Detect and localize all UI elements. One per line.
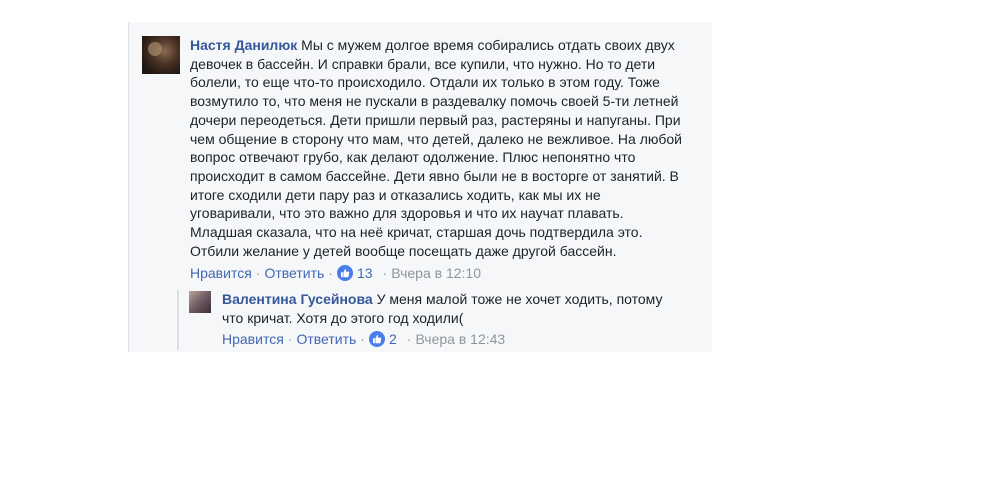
separator-dot: · bbox=[360, 331, 365, 347]
comment-text-line: Мы с мужем долгое время собирались отдат… bbox=[301, 37, 675, 53]
thumbs-up-icon[interactable] bbox=[368, 331, 385, 347]
thumbs-up-icon[interactable] bbox=[336, 265, 353, 281]
reply-actions: Нравится · Ответить · 2 · Вчера в 12:43 bbox=[222, 331, 505, 347]
comment-text-line: возмутило то, что меня не пускали в разд… bbox=[190, 93, 679, 110]
comment-text-line: Отбили желание у детей вообще посещать д… bbox=[190, 242, 617, 259]
comment-text-line: У меня малой тоже не хочет ходить, потом… bbox=[376, 291, 663, 307]
reply-link[interactable]: Ответить bbox=[296, 331, 356, 347]
comment-text-line: дочери переодеться. Дети пришли первый р… bbox=[190, 111, 681, 128]
like-count[interactable]: 13 bbox=[357, 265, 373, 281]
separator-dot: · bbox=[406, 331, 412, 347]
comment-text-line: Младшая сказала, что на неё кричат, стар… bbox=[190, 224, 643, 241]
comment-text-line: что кричат. Хотя до этого год ходили( bbox=[222, 309, 464, 326]
comment-body: Валентина Гусейнова У меня малой тоже не… bbox=[222, 290, 692, 327]
comment-actions: Нравится · Ответить · 13 · Вчера в 12:10 bbox=[190, 265, 481, 281]
timestamp-link[interactable]: Вчера в 12:10 bbox=[391, 265, 481, 281]
comment-author-link[interactable]: Настя Данилюк bbox=[190, 37, 297, 53]
separator-dot: · bbox=[255, 265, 261, 281]
comment-text-line: происходит в самом бассейне. Дети явно б… bbox=[190, 167, 679, 184]
reply-link[interactable]: Ответить bbox=[264, 265, 324, 281]
like-link[interactable]: Нравится bbox=[222, 331, 284, 347]
avatar[interactable] bbox=[142, 36, 180, 74]
comment-body: Настя Данилюк Мы с мужем долгое время со… bbox=[190, 36, 690, 260]
comment-text-line: болели, то еще что-то происходило. Отдал… bbox=[190, 74, 660, 91]
separator-dot: · bbox=[328, 265, 333, 281]
comment-text-line: вопрос отвечают грубо, как делают одолже… bbox=[190, 149, 636, 166]
comment-text-line: девочек в бассейн. И справки брали, все … bbox=[190, 55, 656, 72]
timestamp-link[interactable]: Вчера в 12:43 bbox=[415, 331, 505, 347]
comment-text-line: чем общение в сторону что мам, что детей… bbox=[190, 130, 682, 147]
comment-text-line: итоге сходили дети пару раз и отказались… bbox=[190, 186, 601, 203]
separator-dot: · bbox=[382, 265, 388, 281]
like-count[interactable]: 2 bbox=[389, 331, 397, 347]
comment-author-link[interactable]: Валентина Гусейнова bbox=[222, 291, 373, 307]
avatar[interactable] bbox=[189, 291, 211, 313]
comment-text-line: уговаривали, что это важно для здоровья … bbox=[190, 205, 624, 222]
like-link[interactable]: Нравится bbox=[190, 265, 252, 281]
reply-thread-line bbox=[177, 290, 179, 350]
separator-dot: · bbox=[287, 331, 293, 347]
